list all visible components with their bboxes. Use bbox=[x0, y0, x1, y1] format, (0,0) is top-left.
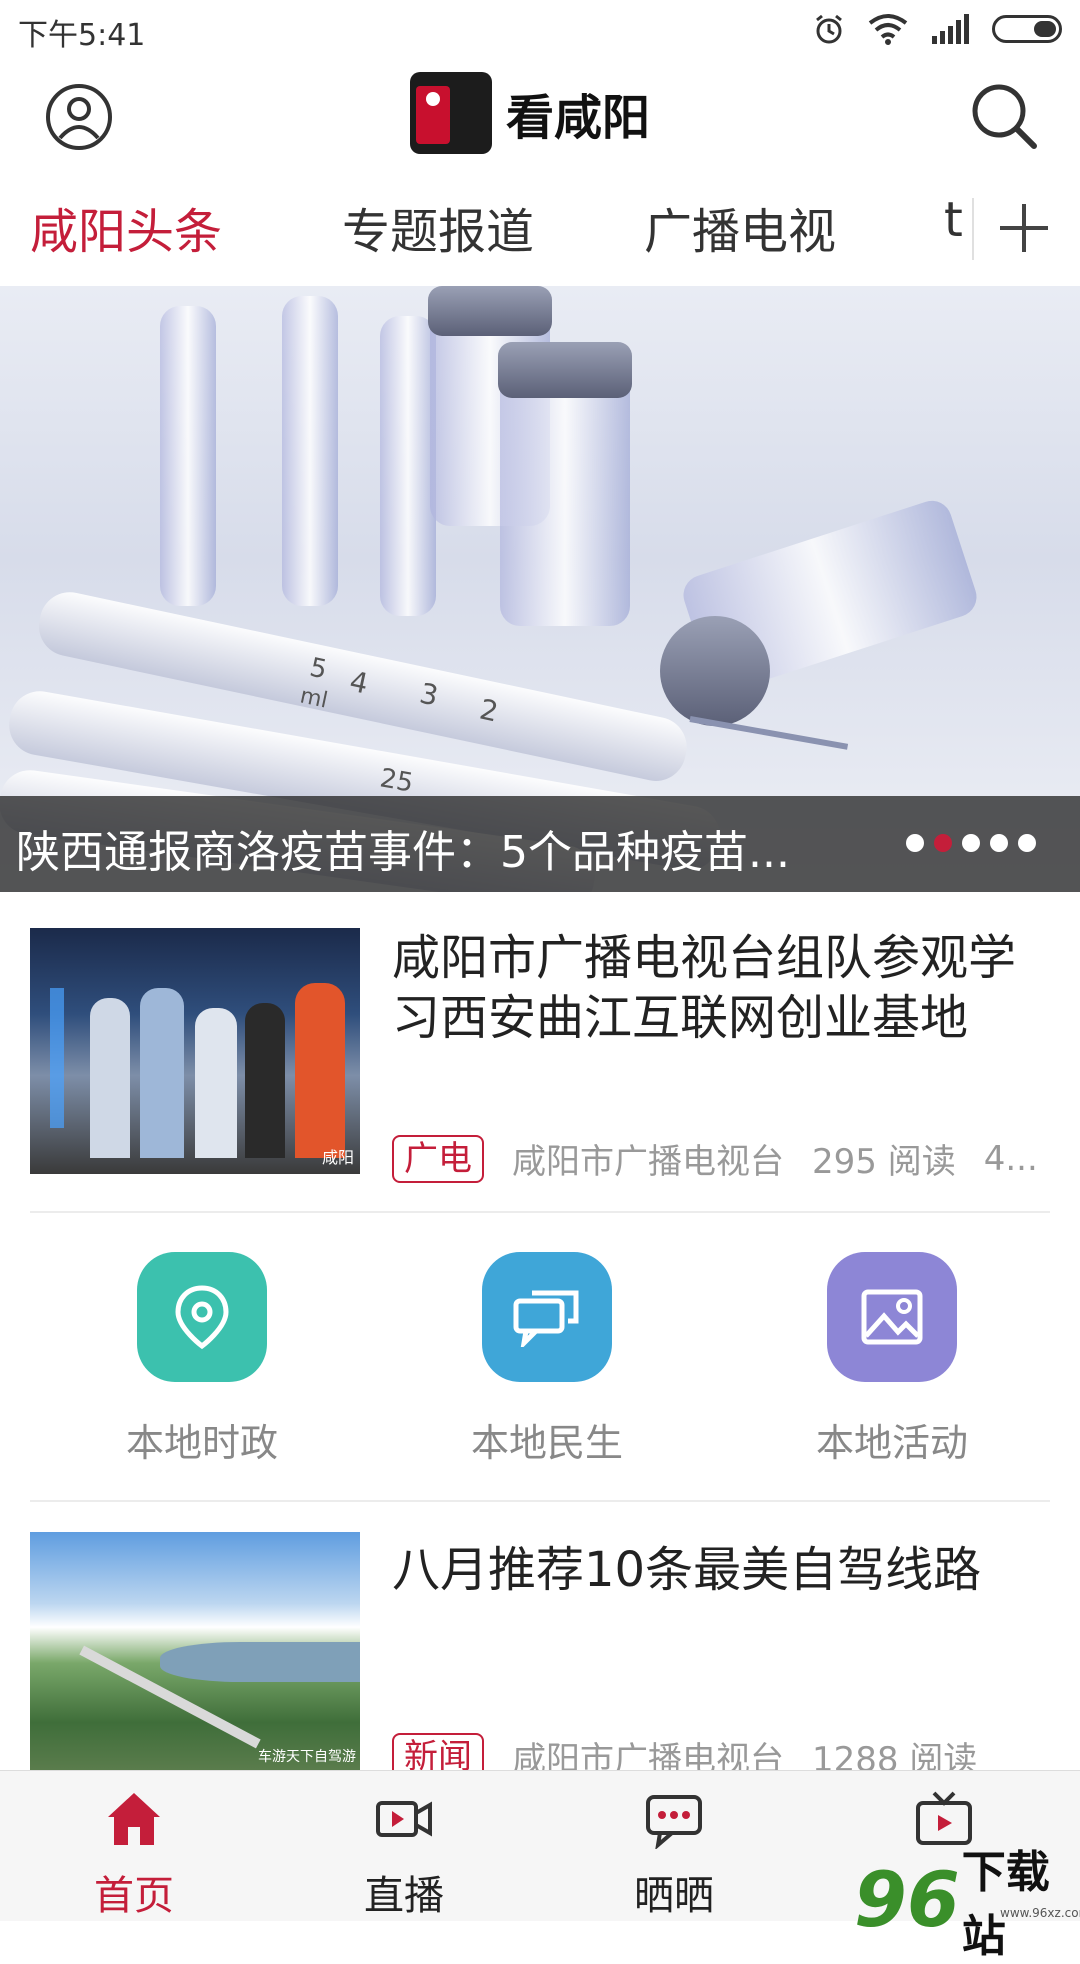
news-source: 咸阳市广播电视台 bbox=[512, 1142, 784, 1182]
banner-vial bbox=[380, 316, 436, 616]
download-site-watermark: 96 下载站 bbox=[854, 1836, 1080, 1964]
quick-link-label: 本地时政 bbox=[125, 1421, 278, 1465]
thumbnail-watermark: 咸阳 bbox=[321, 1148, 354, 1167]
tab-broadcast-tv[interactable]: 广播电视 bbox=[644, 192, 836, 262]
news-item[interactable]: 咸阳 咸阳市广播电视台组队参观学习西安曲江互联网创业基地 广电 咸阳市广播电视台… bbox=[30, 928, 1050, 1184]
status-icons bbox=[812, 12, 1062, 46]
nav-home[interactable]: 首页 bbox=[44, 1789, 224, 1921]
tab-divider bbox=[972, 198, 974, 260]
quick-link-local-politics[interactable]: 本地时政 bbox=[72, 1252, 332, 1467]
nav-label: 首页 bbox=[94, 1873, 174, 1919]
video-camera-icon bbox=[376, 1801, 432, 1837]
news-thumbnail: 咸阳 bbox=[30, 928, 360, 1174]
quick-link-label: 本地活动 bbox=[815, 1421, 968, 1465]
banner-needle bbox=[689, 716, 849, 750]
tab-xianyang-headlines[interactable]: 咸阳头条 bbox=[30, 192, 222, 262]
quick-link-label: 本地民生 bbox=[470, 1421, 623, 1465]
category-tag: 广电 bbox=[392, 1134, 484, 1183]
news-thumbnail: 车游天下自驾游 bbox=[30, 1532, 360, 1770]
read-count: 295 阅读 bbox=[812, 1142, 956, 1182]
section-divider bbox=[30, 1211, 1050, 1213]
banner-vial bbox=[282, 296, 338, 606]
news-item[interactable]: 车游天下自驾游 八月推荐10条最美自驾线路 新闻 咸阳市广播电视台 1288 阅… bbox=[30, 1532, 1052, 1781]
brand-name: 看咸阳 bbox=[506, 90, 651, 146]
tab-overflow[interactable]: t bbox=[942, 168, 972, 286]
quick-link-local-activities[interactable]: 本地活动 bbox=[762, 1252, 1022, 1467]
carousel-dot[interactable] bbox=[990, 834, 1008, 852]
tab-partial[interactable]: t bbox=[944, 192, 963, 248]
thumbnail-watermark: 车游天下自驾游 bbox=[258, 1749, 356, 1765]
status-time: 下午5:41 bbox=[18, 18, 146, 53]
home-icon bbox=[108, 1793, 160, 1845]
news-extra: 4... bbox=[983, 1138, 1038, 1179]
nav-live[interactable]: 直播 bbox=[314, 1789, 494, 1921]
news-title[interactable]: 八月推荐10条最美自驾线路 bbox=[392, 1540, 1052, 1600]
quick-link-local-livelihood[interactable]: 本地民生 bbox=[417, 1252, 677, 1467]
image-icon bbox=[827, 1252, 957, 1382]
user-profile-icon[interactable] bbox=[44, 82, 114, 152]
syringe-mark: ml bbox=[297, 683, 330, 714]
nav-label: 直播 bbox=[364, 1873, 444, 1919]
banner-vial-cap bbox=[660, 616, 770, 726]
battery-icon bbox=[992, 15, 1062, 43]
category-tabs: 咸阳头条 专题报道 广播电视 t bbox=[0, 168, 1080, 287]
signal-icon bbox=[932, 14, 969, 44]
banner-vial-cap bbox=[498, 342, 632, 398]
nav-share[interactable]: 晒晒 bbox=[584, 1789, 764, 1921]
wifi-icon bbox=[868, 14, 908, 45]
carousel-dot[interactable] bbox=[906, 834, 924, 852]
banner-caption[interactable]: 陕西通报商洛疫苗事件：5个品种疫苗... bbox=[16, 816, 836, 880]
banner-vial-cap bbox=[428, 286, 552, 336]
carousel-dot[interactable] bbox=[962, 834, 980, 852]
nav-label: 晒晒 bbox=[634, 1873, 714, 1919]
status-bar: 下午5:41 bbox=[0, 0, 1080, 62]
syringe-mark: 25 bbox=[377, 763, 416, 799]
section-divider bbox=[30, 1500, 1050, 1502]
location-pin-icon bbox=[137, 1252, 267, 1382]
alarm-icon bbox=[816, 14, 842, 44]
tab-special-reports[interactable]: 专题报道 bbox=[342, 192, 534, 262]
message-dots-icon bbox=[646, 1795, 702, 1851]
watermark-text: 下载站 bbox=[961, 1847, 1050, 1962]
banner-vial bbox=[160, 306, 216, 606]
news-title[interactable]: 咸阳市广播电视台组队参观学习西安曲江互联网创业基地 bbox=[392, 928, 1052, 1048]
featured-banner[interactable]: 4 3 2 5 ml 25 陕西通报商洛疫苗事件：5个品种疫苗... bbox=[0, 286, 1080, 892]
banner-caption-bar: 陕西通报商洛疫苗事件：5个品种疫苗... bbox=[0, 796, 1080, 892]
add-tab-icon[interactable] bbox=[998, 202, 1050, 254]
logo-icon bbox=[410, 72, 492, 154]
chat-bubbles-icon bbox=[482, 1252, 612, 1382]
carousel-dot[interactable] bbox=[934, 834, 952, 852]
watermark-number: 96 bbox=[854, 1855, 960, 1944]
search-icon[interactable] bbox=[968, 80, 1040, 152]
app-header: 看咸阳 bbox=[0, 62, 1080, 162]
brand-logo: 看咸阳 bbox=[410, 72, 650, 154]
news-meta: 广电 咸阳市广播电视台 295 阅读 4... bbox=[392, 1134, 1038, 1183]
carousel-dot[interactable] bbox=[1018, 834, 1036, 852]
carousel-dots bbox=[906, 834, 1036, 852]
watermark-url: www.96xz.com bbox=[1000, 1906, 1080, 1920]
